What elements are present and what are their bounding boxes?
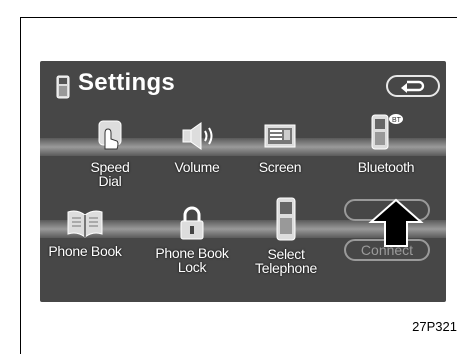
speed-dial-label-2: Dial (98, 173, 122, 189)
back-button[interactable] (386, 75, 440, 97)
select-telephone-button[interactable]: Select Telephone (246, 196, 326, 275)
phone-book-lock-button[interactable]: Phone Book Lock (150, 205, 234, 274)
speed-dial-label-1: Speed (90, 159, 130, 175)
screen-button[interactable]: Screen (250, 119, 310, 174)
volume-button[interactable]: Volume (157, 119, 237, 174)
screen-label: Screen (258, 159, 302, 175)
pointing-arrow-icon (368, 198, 424, 247)
return-arrow-icon (401, 80, 425, 93)
lock-icon (180, 206, 204, 240)
figure-code: 27P321 (412, 319, 457, 334)
bluetooth-label: Bluetooth (357, 159, 415, 175)
speed-dial-button[interactable]: Speed Dial (75, 119, 145, 188)
speaker-icon (182, 122, 213, 150)
volume-label: Volume (174, 159, 220, 175)
page-title: Settings (78, 69, 176, 96)
phone-book-label: Phone Book (48, 243, 122, 259)
book-icon (67, 210, 103, 238)
phone-book-button[interactable]: Phone Book (46, 207, 124, 258)
svg-text:BT: BT (392, 117, 402, 124)
phone-icon (56, 75, 70, 99)
phone-book-lock-label-2: Lock (177, 259, 207, 275)
speed-dial-icon (98, 120, 122, 150)
bluetooth-button[interactable]: BT Bluetooth (345, 111, 427, 174)
settings-screen: Settings Speed Dial Volume Screen BT Blu… (40, 61, 446, 302)
phone-book-lock-label-1: Phone Book (155, 245, 229, 261)
select-telephone-label-1: Select (267, 246, 305, 262)
telephone-icon (276, 197, 296, 241)
screen-icon (264, 124, 296, 148)
bluetooth-phone-icon: BT (371, 114, 403, 150)
select-telephone-label-2: Telephone (255, 260, 317, 276)
header: Settings (40, 61, 446, 107)
